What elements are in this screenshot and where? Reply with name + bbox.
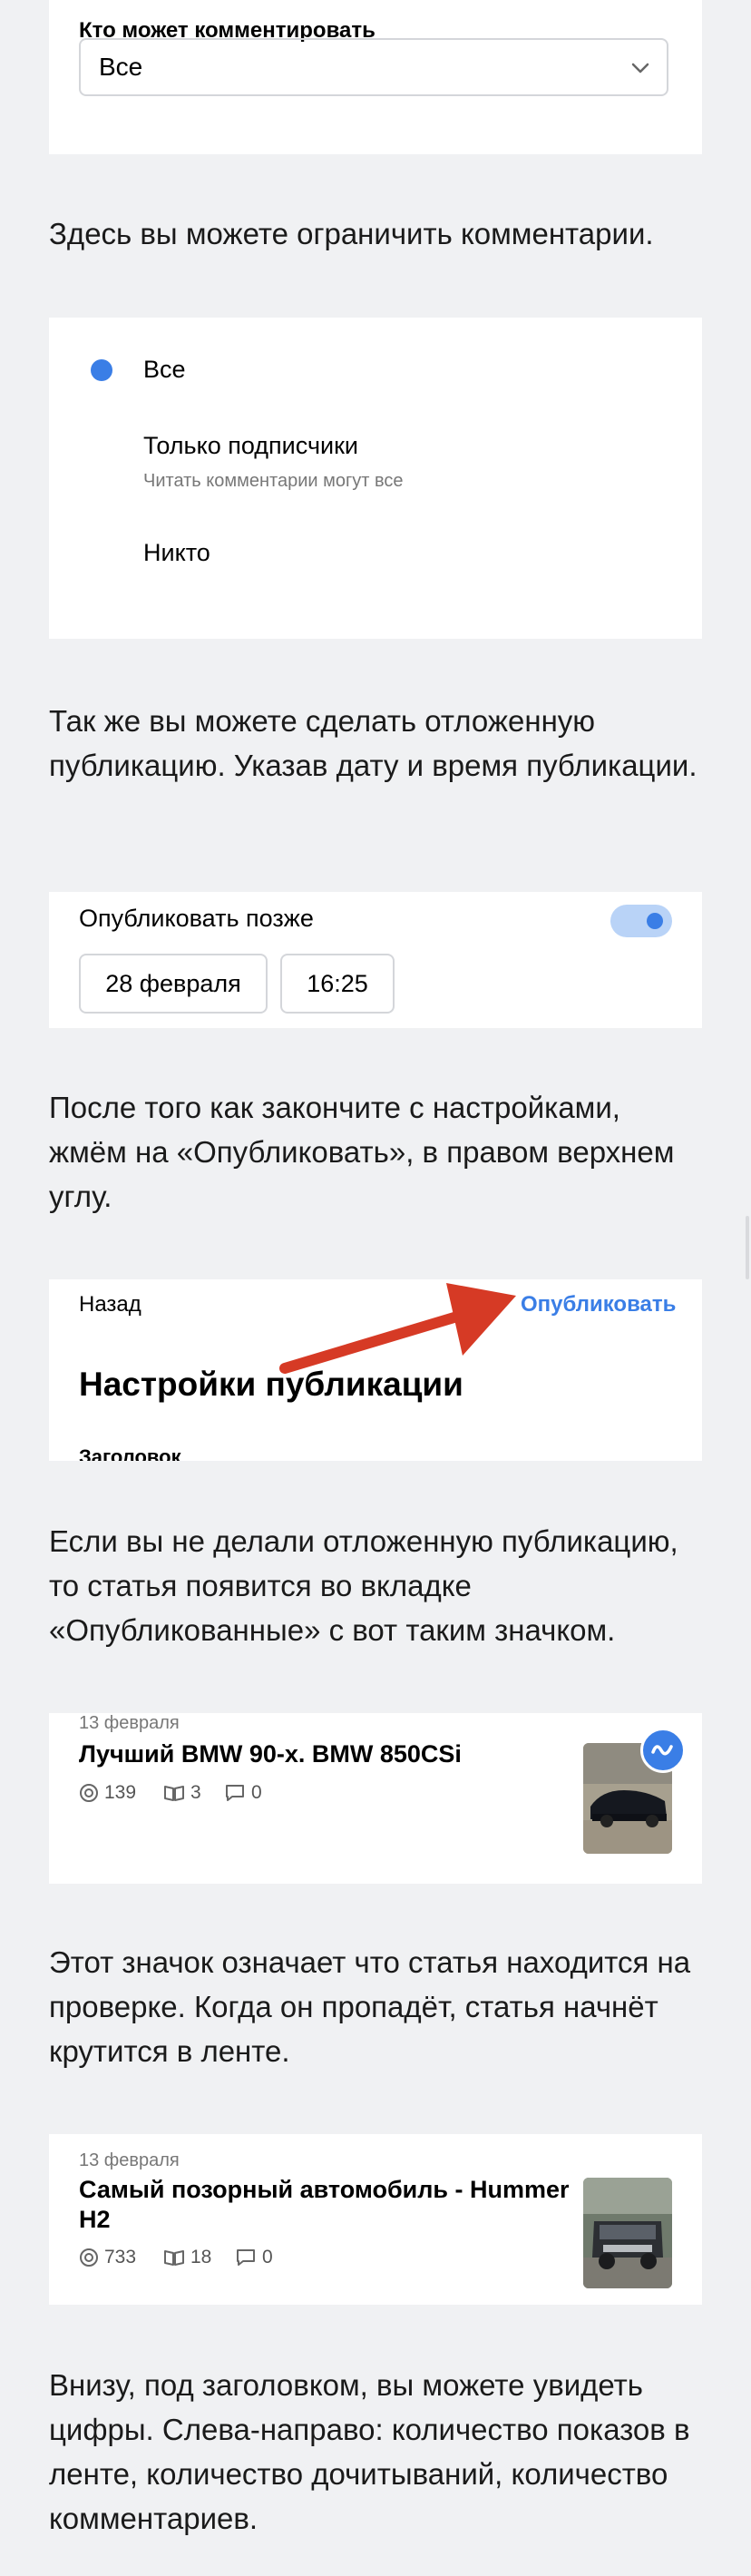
paragraph-published-tab: Если вы не делали отложенную публикацию,… bbox=[49, 1524, 678, 1647]
book-icon bbox=[163, 2248, 185, 2267]
paragraph-deferred: Так же вы можете сделать отложенную публ… bbox=[49, 704, 697, 782]
comments-select-card: Кто может комментировать Все bbox=[49, 0, 702, 154]
paragraph-after-settings: После того как закончите с настройками, … bbox=[49, 1091, 675, 1213]
article-title-line-1[interactable]: Самый позорный автомобиль - Hummer bbox=[79, 2176, 570, 2204]
article-title-line-2[interactable]: H2 bbox=[79, 2206, 111, 2234]
eye-icon bbox=[79, 1783, 99, 1803]
views-count: 139 bbox=[104, 1782, 137, 1803]
comments-options-card: Все Только подписчики Читать комментарии… bbox=[49, 318, 702, 639]
comment-icon bbox=[235, 2248, 257, 2267]
comments-count: 0 bbox=[262, 2247, 273, 2267]
article-title[interactable]: Лучший BMW 90-х. BMW 850CSi bbox=[79, 1740, 462, 1768]
comments-count: 0 bbox=[251, 1782, 262, 1803]
comments-select[interactable]: Все bbox=[79, 38, 668, 96]
article-card-1[interactable]: 13 февраля Лучший BMW 90-х. BMW 850CSi 1… bbox=[49, 1713, 702, 1884]
comment-icon bbox=[224, 1783, 246, 1803]
publish-header-card: Назад Опубликовать Настройки публикации … bbox=[49, 1279, 702, 1461]
option-all-label[interactable]: Все bbox=[143, 356, 186, 384]
reads-count: 18 bbox=[190, 2247, 212, 2267]
red-arrow-icon bbox=[279, 1283, 516, 1374]
chevron-down-icon bbox=[629, 56, 652, 84]
comments-stat: 0 bbox=[235, 2247, 273, 2268]
article-date: 13 февраля bbox=[79, 2150, 180, 2170]
reads-stat: 18 bbox=[163, 2247, 211, 2268]
schedule-label: Опубликовать позже bbox=[79, 905, 314, 932]
article-thumbnail bbox=[583, 2178, 672, 2288]
reads-stat: 3 bbox=[163, 1782, 201, 1804]
reads-count: 3 bbox=[190, 1782, 201, 1803]
article-card-2[interactable]: 13 февраля Самый позорный автомобиль - H… bbox=[49, 2134, 702, 2305]
time-field[interactable]: 16:25 bbox=[280, 954, 395, 1014]
option-subscribers-label[interactable]: Только подписчики bbox=[143, 432, 358, 460]
option-subscribers-hint: Читать комментарии могут все bbox=[143, 471, 404, 491]
schedule-card: Опубликовать позже 28 февраля 16:25 bbox=[49, 892, 702, 1028]
paragraph-restrict-comments: Здесь вы можете ограничить комментарии. bbox=[49, 217, 654, 250]
comments-stat: 0 bbox=[224, 1782, 262, 1804]
paragraph-badge-meaning: Этот значок означает что статья находитс… bbox=[49, 1945, 691, 2068]
moderation-badge-icon bbox=[640, 1728, 686, 1773]
book-icon bbox=[163, 1783, 185, 1803]
option-none-label[interactable]: Никто bbox=[143, 539, 210, 567]
date-field[interactable]: 28 февраля bbox=[79, 954, 268, 1014]
radio-all-selected[interactable] bbox=[91, 359, 112, 381]
publish-later-toggle[interactable] bbox=[610, 905, 672, 937]
scrollbar[interactable] bbox=[746, 1216, 749, 1279]
views-count: 733 bbox=[104, 2247, 137, 2267]
eye-icon bbox=[79, 2248, 99, 2267]
comments-select-value: Все bbox=[99, 53, 143, 81]
article-date: 13 февраля bbox=[79, 1713, 180, 1733]
paragraph-stats-explanation: Внизу, под заголовком, вы можете увидеть… bbox=[49, 2368, 690, 2535]
views-stat: 139 bbox=[79, 1782, 136, 1804]
views-stat: 733 bbox=[79, 2247, 136, 2268]
